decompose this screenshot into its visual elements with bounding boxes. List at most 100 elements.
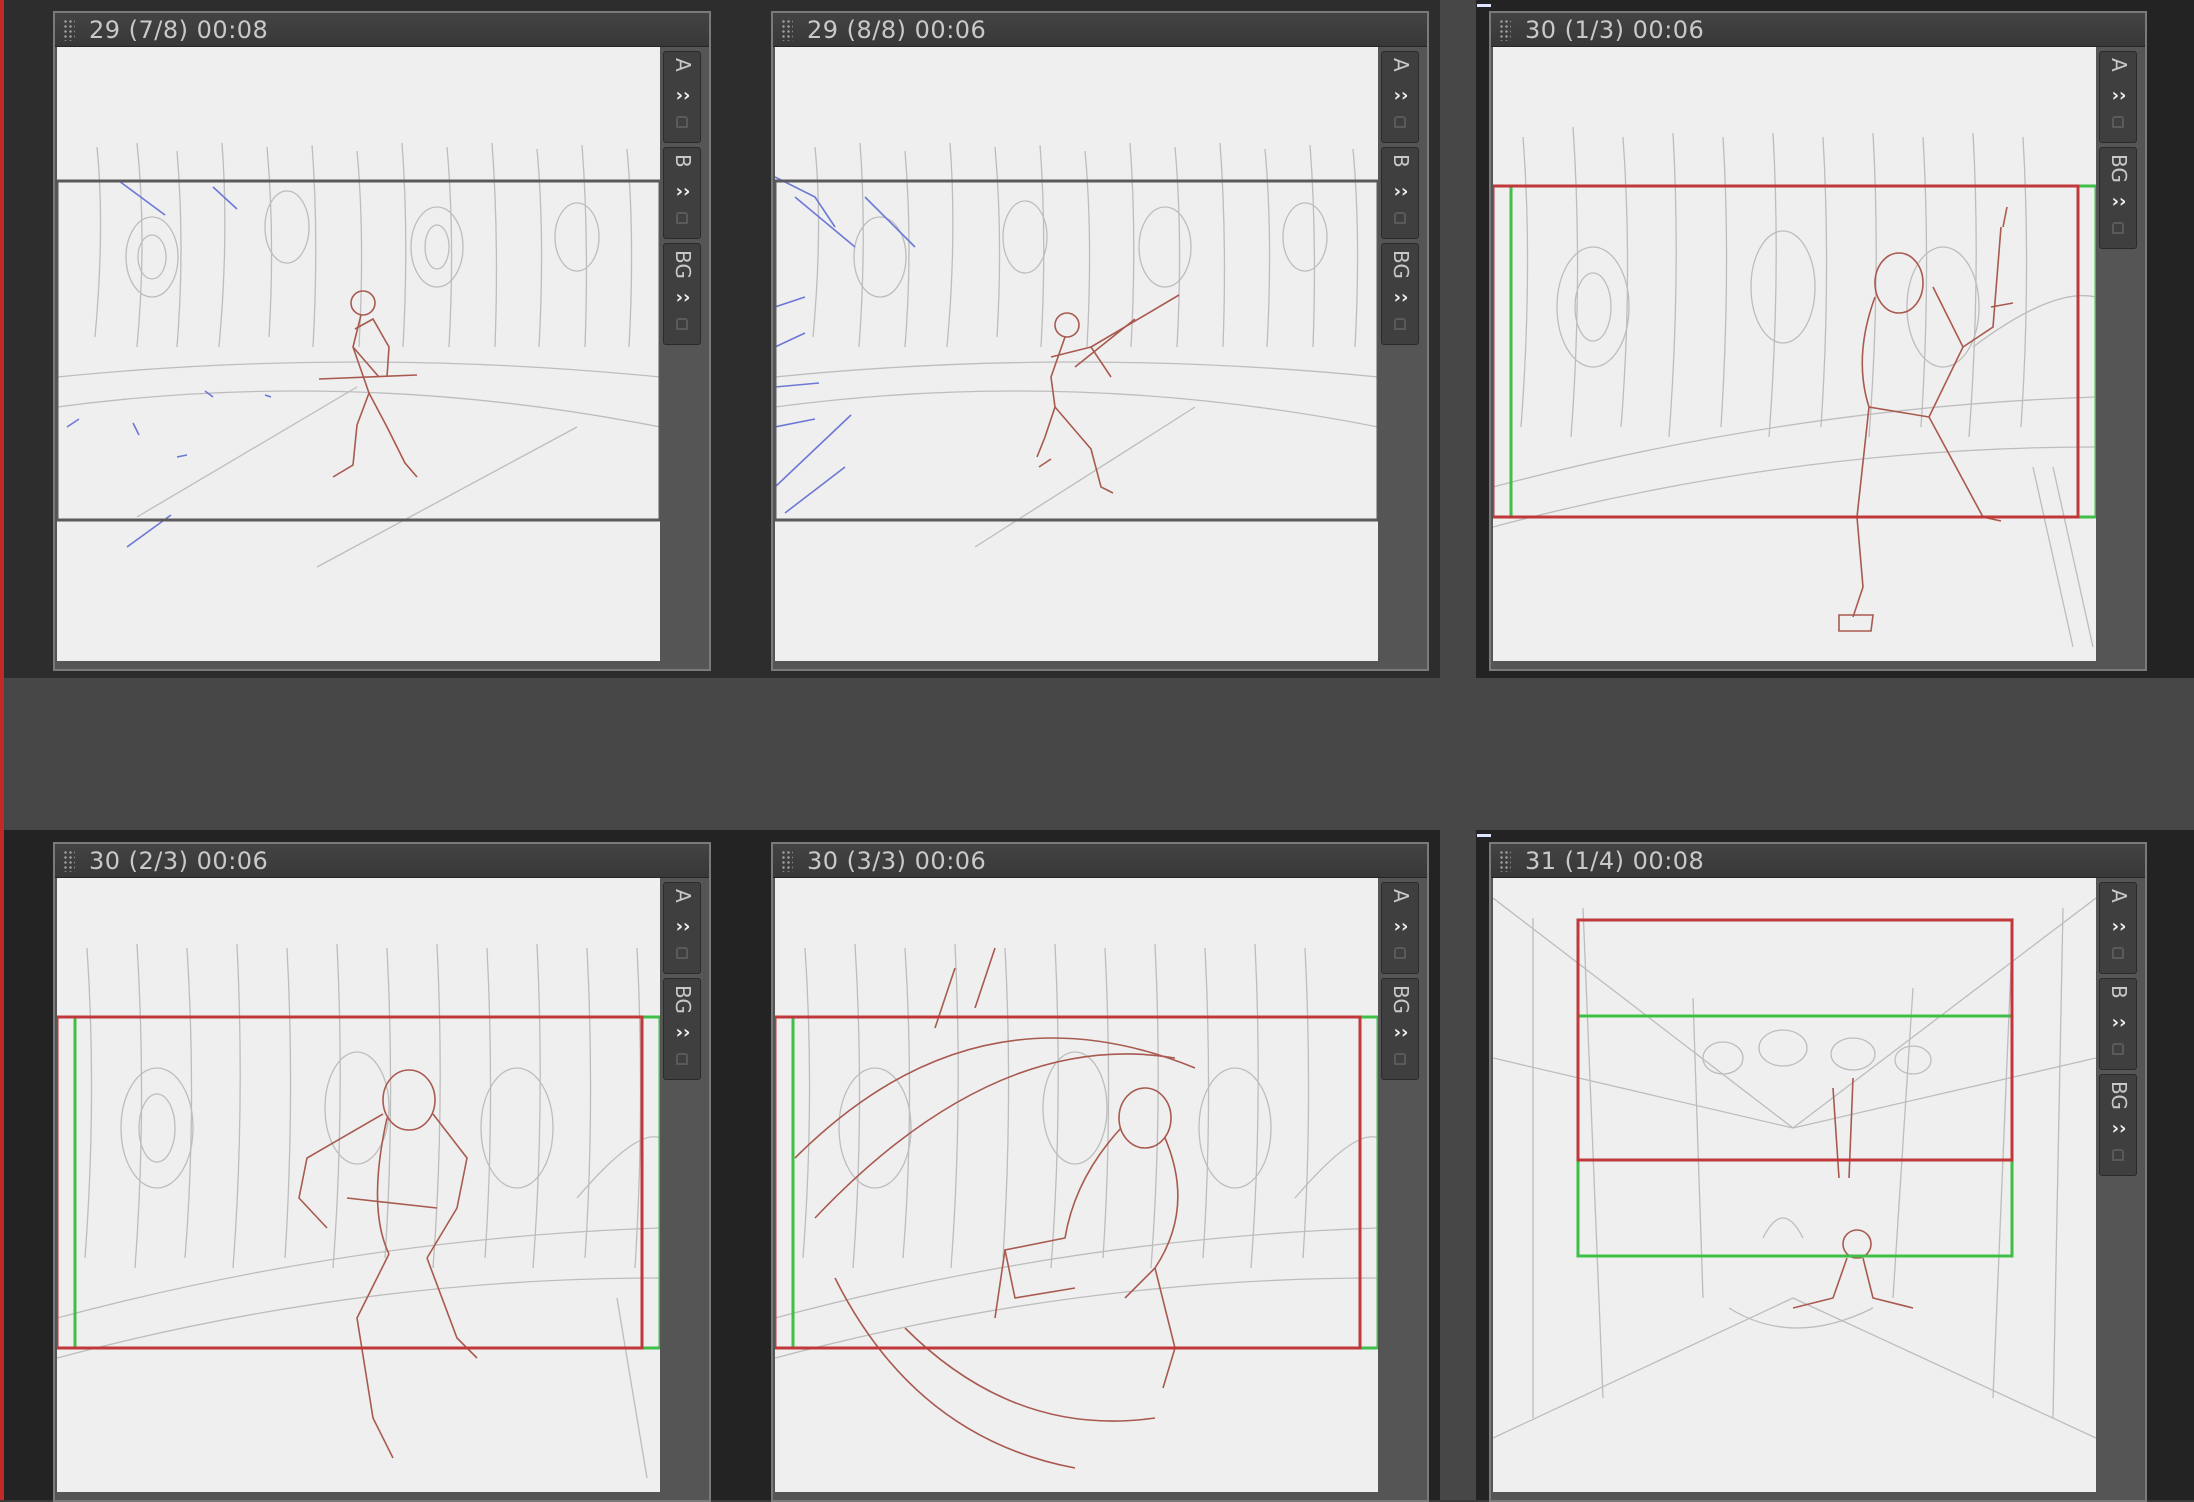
storyboard-panel[interactable]: 29 (8/8) 00:06 A ›› B ›› BG ›› (771, 11, 1429, 671)
lock-icon[interactable] (1394, 318, 1406, 330)
layer-tab-a[interactable]: A ›› (1381, 51, 1419, 143)
layer-name: B (671, 154, 695, 168)
panel-title-bar[interactable]: 30 (2/3) 00:06 (55, 844, 709, 878)
layer-name: BG (2107, 1081, 2131, 1110)
panel-title: 30 (2/3) 00:06 (89, 847, 269, 875)
eye-icon[interactable]: ›› (2108, 918, 2130, 936)
layer-name: A (2107, 889, 2131, 903)
layer-tab-a[interactable]: A ›› (2099, 882, 2137, 974)
layer-tab-bg[interactable]: BG ›› (1381, 978, 1419, 1080)
layer-tab-a[interactable]: A ›› (663, 882, 701, 974)
lock-icon[interactable] (1394, 212, 1406, 224)
eye-icon[interactable]: ›› (672, 87, 694, 105)
panel-title: 30 (3/3) 00:06 (807, 847, 987, 875)
lock-icon[interactable] (1394, 947, 1406, 959)
layer-name: A (1389, 889, 1413, 903)
eye-icon[interactable]: ›› (1390, 289, 1412, 307)
sketch-drawing (1493, 126, 2096, 648)
panel-title-bar[interactable]: 30 (3/3) 00:06 (773, 844, 1427, 878)
layer-tab-b[interactable]: B ›› (2099, 978, 2137, 1070)
panel-title-bar[interactable]: 29 (7/8) 00:08 (55, 13, 709, 47)
lock-icon[interactable] (1394, 1053, 1406, 1065)
layer-name: BG (671, 250, 695, 279)
layer-strip: A ›› B ›› BG ›› (1381, 47, 1419, 661)
layer-name: A (671, 58, 695, 72)
panel-canvas[interactable] (775, 47, 1378, 661)
layer-tab-bg[interactable]: BG ›› (2099, 1074, 2137, 1176)
layer-tab-bg[interactable]: BG ›› (2099, 147, 2137, 249)
layer-name: BG (1389, 250, 1413, 279)
eye-icon[interactable]: ›› (672, 183, 694, 201)
eye-icon[interactable]: ›› (672, 1024, 694, 1042)
panel-title-bar[interactable]: 30 (1/3) 00:06 (1491, 13, 2145, 47)
eye-icon[interactable]: ›› (1390, 87, 1412, 105)
layer-name: A (671, 889, 695, 903)
panel-title: 29 (7/8) 00:08 (89, 16, 269, 44)
eye-icon[interactable]: ›› (672, 918, 694, 936)
eye-icon[interactable]: ›› (2108, 1014, 2130, 1032)
scene-marker-icon (1477, 834, 1491, 837)
eye-icon[interactable]: ›› (672, 289, 694, 307)
lock-icon[interactable] (676, 1053, 688, 1065)
layer-name: A (1389, 58, 1413, 72)
panel-canvas[interactable] (57, 47, 660, 661)
layer-strip: A ›› B ›› BG ›› (663, 47, 701, 661)
lock-icon[interactable] (676, 116, 688, 128)
panel-title-bar[interactable]: 31 (1/4) 00:08 (1491, 844, 2145, 878)
eye-icon[interactable]: ›› (1390, 183, 1412, 201)
layer-tab-b[interactable]: B ›› (1381, 147, 1419, 239)
layer-name: B (1389, 154, 1413, 168)
panel-title: 30 (1/3) 00:06 (1525, 16, 1705, 44)
eye-icon[interactable]: ›› (2108, 87, 2130, 105)
layer-tab-a[interactable]: A ›› (2099, 51, 2137, 143)
lock-icon[interactable] (2112, 222, 2124, 234)
panel-title-bar[interactable]: 29 (8/8) 00:06 (773, 13, 1427, 47)
layer-tab-bg[interactable]: BG ›› (663, 978, 701, 1080)
drag-grip-icon[interactable] (63, 19, 75, 41)
lock-icon[interactable] (2112, 116, 2124, 128)
drag-grip-icon[interactable] (1499, 850, 1511, 872)
panel-canvas[interactable] (57, 878, 660, 1492)
storyboard-panel[interactable]: 30 (2/3) 00:06 A ›› BG ›› (53, 842, 711, 1502)
layer-strip: A ›› BG ›› (663, 878, 701, 1492)
sketch-drawing (1493, 897, 2096, 1439)
sketch-drawing (775, 142, 1378, 548)
panel-canvas[interactable] (775, 878, 1378, 1492)
layer-tab-bg[interactable]: BG ›› (663, 243, 701, 345)
lock-icon[interactable] (2112, 1043, 2124, 1055)
lock-icon[interactable] (1394, 116, 1406, 128)
eye-icon[interactable]: ›› (1390, 918, 1412, 936)
storyboard-panel[interactable]: 30 (3/3) 00:06 A ›› BG ›› (771, 842, 1429, 1502)
layer-name: A (2107, 58, 2131, 72)
eye-icon[interactable]: ›› (1390, 1024, 1412, 1042)
layer-tab-b[interactable]: B ›› (663, 147, 701, 239)
panel-title: 31 (1/4) 00:08 (1525, 847, 1705, 875)
panel-canvas[interactable] (1493, 878, 2096, 1492)
lock-icon[interactable] (676, 318, 688, 330)
sketch-drawing (775, 943, 1378, 1469)
layer-tab-a[interactable]: A ›› (663, 51, 701, 143)
row-gap (4, 678, 2194, 830)
eye-icon[interactable]: ›› (2108, 1120, 2130, 1138)
eye-icon[interactable]: ›› (2108, 193, 2130, 211)
layer-strip: A ›› B ›› BG ›› (2099, 878, 2137, 1492)
drag-grip-icon[interactable] (63, 850, 75, 872)
storyboard-panel[interactable]: 29 (7/8) 00:08 A ›› B ›› BG ›› (53, 11, 711, 671)
lock-icon[interactable] (2112, 947, 2124, 959)
drag-grip-icon[interactable] (781, 19, 793, 41)
lock-icon[interactable] (676, 212, 688, 224)
layer-name: B (2107, 985, 2131, 999)
layer-name: BG (1389, 985, 1413, 1014)
scene-marker-icon (1477, 4, 1491, 7)
layer-tab-bg[interactable]: BG ›› (1381, 243, 1419, 345)
drag-grip-icon[interactable] (781, 850, 793, 872)
sketch-drawing (57, 943, 660, 1479)
storyboard-panel[interactable]: 31 (1/4) 00:08 A ›› B ›› BG ›› (1489, 842, 2147, 1502)
layer-tab-a[interactable]: A ›› (1381, 882, 1419, 974)
panel-canvas[interactable] (1493, 47, 2096, 661)
drag-grip-icon[interactable] (1499, 19, 1511, 41)
lock-icon[interactable] (676, 947, 688, 959)
lock-icon[interactable] (2112, 1149, 2124, 1161)
storyboard-panel[interactable]: 30 (1/3) 00:06 A ›› BG ›› (1489, 11, 2147, 671)
layer-name: BG (671, 985, 695, 1014)
